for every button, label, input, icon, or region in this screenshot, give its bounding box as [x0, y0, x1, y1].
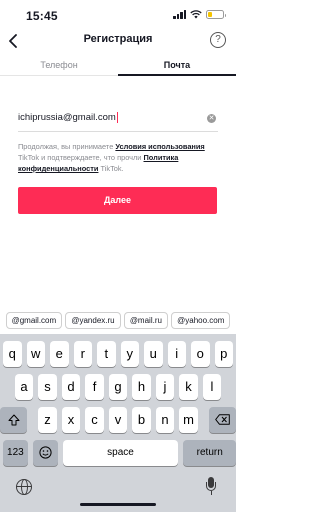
key-v[interactable]: v — [108, 407, 128, 433]
key-f[interactable]: f — [85, 374, 104, 400]
terms-part-3: TikTok. — [98, 164, 124, 173]
key-i[interactable]: i — [167, 341, 186, 367]
suggestion-mail[interactable]: @mail.ru — [123, 312, 168, 329]
key-w[interactable]: w — [26, 341, 45, 367]
key-z[interactable]: z — [38, 407, 57, 433]
tab-bar: Телефон Почта — [0, 54, 236, 76]
keyboard-row-1: q w e r t y u i o p — [0, 341, 236, 367]
key-h[interactable]: h — [132, 374, 151, 400]
suggestion-gmail[interactable]: @gmail.com — [5, 312, 63, 329]
clear-button[interactable]: ✕ — [207, 114, 216, 123]
numbers-key[interactable]: 123 — [3, 440, 28, 466]
home-indicator — [80, 503, 156, 506]
key-x[interactable]: x — [61, 407, 81, 433]
tab-email[interactable]: Почта — [118, 54, 236, 76]
key-n[interactable]: n — [155, 407, 175, 433]
terms-of-use-link[interactable]: Условия использования — [115, 142, 204, 151]
key-k[interactable]: k — [179, 374, 198, 400]
tab-phone[interactable]: Телефон — [0, 54, 118, 75]
shift-icon — [8, 414, 20, 426]
key-b[interactable]: b — [132, 407, 151, 433]
return-key[interactable]: return — [183, 440, 236, 466]
status-bar: 15:45 — [0, 0, 236, 30]
email-field-value: ichiprussia@gmail.com — [18, 112, 116, 124]
page-title: Регистрация — [83, 33, 153, 45]
emoji-icon — [39, 446, 52, 459]
next-button[interactable]: Далее — [18, 187, 217, 214]
key-c[interactable]: c — [85, 407, 104, 433]
help-button[interactable]: ? — [210, 32, 226, 48]
key-r[interactable]: r — [73, 341, 92, 367]
terms-text: Продолжая, вы принимаете Условия использ… — [18, 141, 223, 174]
microphone-icon[interactable] — [206, 477, 216, 497]
key-l[interactable]: l — [202, 374, 222, 400]
keyboard-row-2: a s d f g h j k l — [0, 374, 236, 400]
key-s[interactable]: s — [38, 374, 57, 400]
key-m[interactable]: m — [179, 407, 198, 433]
key-q[interactable]: q — [3, 341, 22, 367]
email-field[interactable]: ichiprussia@gmail.com — [18, 112, 198, 123]
key-a[interactable]: a — [14, 374, 34, 400]
email-suggestions: @gmail.com @yandex.ru @mail.ru @yahoo.co… — [0, 309, 236, 332]
backspace-icon — [214, 414, 230, 425]
key-g[interactable]: g — [108, 374, 128, 400]
key-d[interactable]: d — [61, 374, 81, 400]
key-p[interactable]: p — [214, 341, 233, 367]
terms-part-1: Продолжая, вы принимаете — [18, 142, 116, 151]
terms-part-2: TikTok и подтверждаете, что прочли — [18, 153, 144, 162]
battery-level — [208, 12, 213, 17]
shift-key[interactable] — [0, 407, 28, 433]
signal-icon — [173, 10, 186, 19]
email-field-row: ichiprussia@gmail.com ✕ — [18, 110, 218, 132]
emoji-key[interactable] — [32, 440, 58, 466]
key-t[interactable]: t — [97, 341, 116, 367]
question-circle-icon: ? — [215, 34, 221, 45]
status-time: 15:45 — [26, 9, 58, 23]
clear-icon: ✕ — [208, 115, 215, 122]
battery-icon — [206, 10, 226, 19]
text-caret — [116, 112, 118, 123]
key-e[interactable]: e — [50, 341, 69, 367]
keyboard-row-3: z x c v b n m — [0, 407, 236, 433]
suggestion-yahoo[interactable]: @yahoo.com — [171, 312, 231, 329]
globe-icon[interactable] — [16, 479, 32, 495]
key-y[interactable]: y — [120, 341, 139, 367]
wifi-icon — [190, 10, 202, 19]
space-key[interactable]: space — [62, 440, 179, 466]
status-icons — [173, 10, 226, 19]
header: Регистрация ? — [0, 28, 236, 54]
suggestion-yandex[interactable]: @yandex.ru — [65, 312, 121, 329]
key-j[interactable]: j — [155, 374, 175, 400]
keyboard-row-4: 123 space return — [0, 440, 236, 466]
keyboard: q w e r t y u i o p a s d f g h j k l z … — [0, 334, 236, 512]
key-u[interactable]: u — [144, 341, 163, 367]
key-o[interactable]: o — [191, 341, 210, 367]
delete-key[interactable] — [208, 407, 236, 433]
